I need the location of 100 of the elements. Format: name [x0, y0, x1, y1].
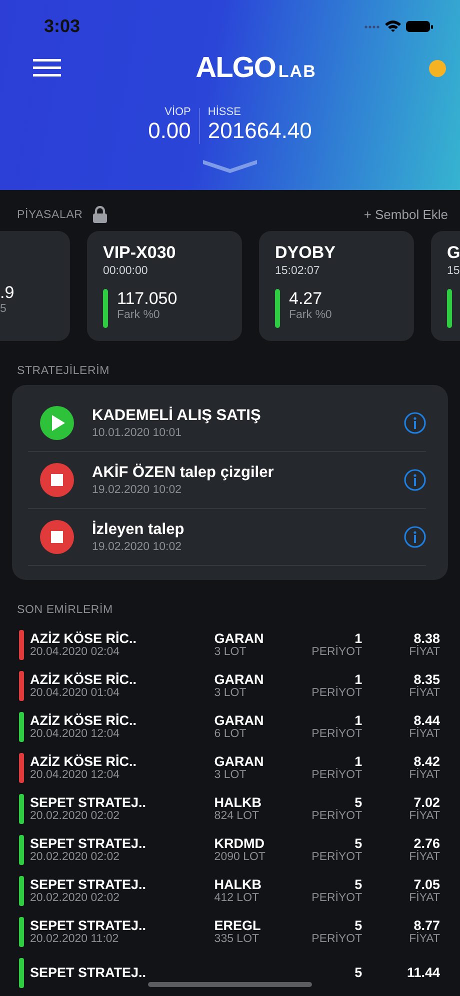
stop-icon[interactable] — [40, 463, 74, 497]
stop-icon[interactable] — [40, 520, 74, 554]
price-label: FİYAT — [409, 892, 440, 904]
section-title: STRATEJİLERİM — [16, 363, 111, 379]
order-symbol: GARAN — [214, 713, 265, 728]
strategy-date: 19.02.2020 10:02 — [92, 541, 183, 553]
price-label: FİYAT — [409, 933, 440, 945]
order-strategy: SEPET STRATEJ.. — [30, 918, 148, 933]
market-value: 4.27 — [289, 289, 324, 309]
order-price: 2.76 — [414, 836, 440, 851]
lock-icon[interactable] — [92, 206, 107, 223]
order-date: 20.04.2020 02:04 — [30, 646, 121, 658]
order-date: 20.02.2020 02:02 — [30, 810, 121, 822]
order-price: 8.77 — [414, 918, 440, 933]
section-title: SON EMİRLERİM — [16, 602, 114, 618]
order-symbol: GARAN — [214, 754, 265, 769]
market-value: 117.050 — [117, 289, 178, 309]
order-lot: 2090 LOT — [214, 851, 266, 863]
order-price: 8.42 — [414, 754, 440, 769]
order-price: 7.02 — [414, 795, 440, 810]
price-label: FİYAT — [409, 810, 440, 822]
order-strategy: SEPET STRATEJ.. — [30, 836, 148, 851]
order-date: 20.02.2020 02:02 — [30, 851, 121, 863]
price-label: FİYAT — [409, 646, 440, 658]
order-period: 1 — [354, 672, 362, 687]
order-lot: 6 LOT — [214, 728, 248, 740]
period-label: PERİYOT — [312, 646, 362, 658]
order-symbol: GARAN — [214, 672, 265, 687]
price-label: FİYAT — [409, 687, 440, 699]
price-label: FİYAT — [409, 769, 440, 781]
order-period: 5 — [354, 965, 362, 980]
order-strategy: AZİZ KÖSE RİC.. — [30, 672, 138, 687]
order-date: 20.04.2020 01:04 — [30, 687, 121, 699]
signal-wifi-battery-icon — [364, 18, 434, 34]
order-price: 11.44 — [406, 965, 440, 980]
market-time: 15 — [447, 265, 460, 277]
order-symbol: HALKB — [214, 795, 263, 810]
period-label: PERİYOT — [312, 892, 362, 904]
period-label: PERİYOT — [312, 851, 362, 863]
order-date: 20.02.2020 02:02 — [30, 892, 121, 904]
play-icon[interactable] — [40, 406, 74, 440]
order-symbol: KRDMD — [214, 836, 266, 851]
market-card[interactable]: DYOBY 15:02:07 4.27 Fark %0 — [259, 231, 414, 341]
order-price: 7.05 — [414, 877, 440, 892]
market-change: Fark %0 — [117, 309, 161, 321]
order-symbol: EREGL — [214, 918, 262, 933]
logo-text: ALGO — [196, 52, 276, 84]
add-symbol-link[interactable]: + Sembol Ekle — [364, 207, 448, 222]
period-label: PERİYOT — [312, 728, 362, 740]
order-date: 20.04.2020 12:04 — [30, 728, 121, 740]
balance-value: 201664.40 — [208, 118, 312, 144]
order-period: 5 — [354, 836, 362, 851]
market-time: 15:02:07 — [275, 265, 321, 277]
order-strategy: AZİZ KÖSE RİC.. — [30, 713, 138, 728]
order-price: 8.44 — [414, 713, 440, 728]
menu-icon[interactable] — [33, 59, 61, 77]
market-change: Fark %0 — [289, 309, 332, 321]
strategy-date: 10.01.2020 10:01 — [92, 427, 183, 439]
strategy-date: 19.02.2020 10:02 — [92, 484, 183, 496]
strategy-name: KADEMELİ ALIŞ SATIŞ — [92, 407, 262, 425]
balance-label: VİOP — [164, 106, 191, 118]
order-strategy: SEPET STRATEJ.. — [30, 795, 148, 810]
balance-label: HİSSE — [208, 106, 242, 118]
market-symbol: G — [447, 243, 460, 263]
order-strategy: SEPET STRATEJ.. — [30, 965, 148, 980]
order-price: 8.35 — [414, 672, 440, 687]
info-icon[interactable] — [404, 469, 426, 491]
order-date: 20.02.2020 11:02 — [30, 933, 120, 945]
market-card[interactable]: .9 5 — [0, 231, 70, 341]
order-period: 1 — [354, 631, 362, 646]
price-label: FİYAT — [409, 851, 440, 863]
logo-subtext: LAB — [278, 62, 316, 82]
order-symbol: GARAN — [214, 631, 265, 646]
market-card[interactable]: G 15 — [431, 231, 460, 341]
balance-value: 0.00 — [148, 118, 191, 144]
order-period: 1 — [354, 754, 362, 769]
order-period: 5 — [354, 795, 362, 810]
order-period: 5 — [354, 918, 362, 933]
order-strategy: AZİZ KÖSE RİC.. — [30, 754, 138, 769]
market-symbol: DYOBY — [275, 243, 336, 263]
info-icon[interactable] — [404, 526, 426, 548]
market-card[interactable]: VIP-X030 00:00:00 117.050 Fark %0 — [87, 231, 242, 341]
order-lot: 3 LOT — [214, 687, 248, 699]
status-time: 3:03 — [44, 16, 80, 36]
price-label: FİYAT — [409, 728, 440, 740]
market-time: 00:00:00 — [103, 265, 149, 277]
order-symbol: HALKB — [214, 877, 263, 892]
order-strategy: SEPET STRATEJ.. — [30, 877, 148, 892]
info-icon[interactable] — [404, 412, 426, 434]
period-label: PERİYOT — [312, 687, 362, 699]
strategy-name: AKİF ÖZEN talep çizgiler — [92, 464, 275, 482]
order-lot: 335 LOT — [214, 933, 260, 945]
order-price: 8.38 — [414, 631, 440, 646]
chevron-down-icon[interactable] — [201, 158, 259, 174]
strategy-name: İzleyen talep — [92, 521, 186, 539]
market-change: 5 — [0, 303, 8, 315]
market-symbol: VIP-X030 — [103, 243, 177, 263]
period-label: PERİYOT — [312, 933, 362, 945]
order-date: 20.04.2020 12:04 — [30, 769, 121, 781]
order-lot: 824 LOT — [214, 810, 260, 822]
